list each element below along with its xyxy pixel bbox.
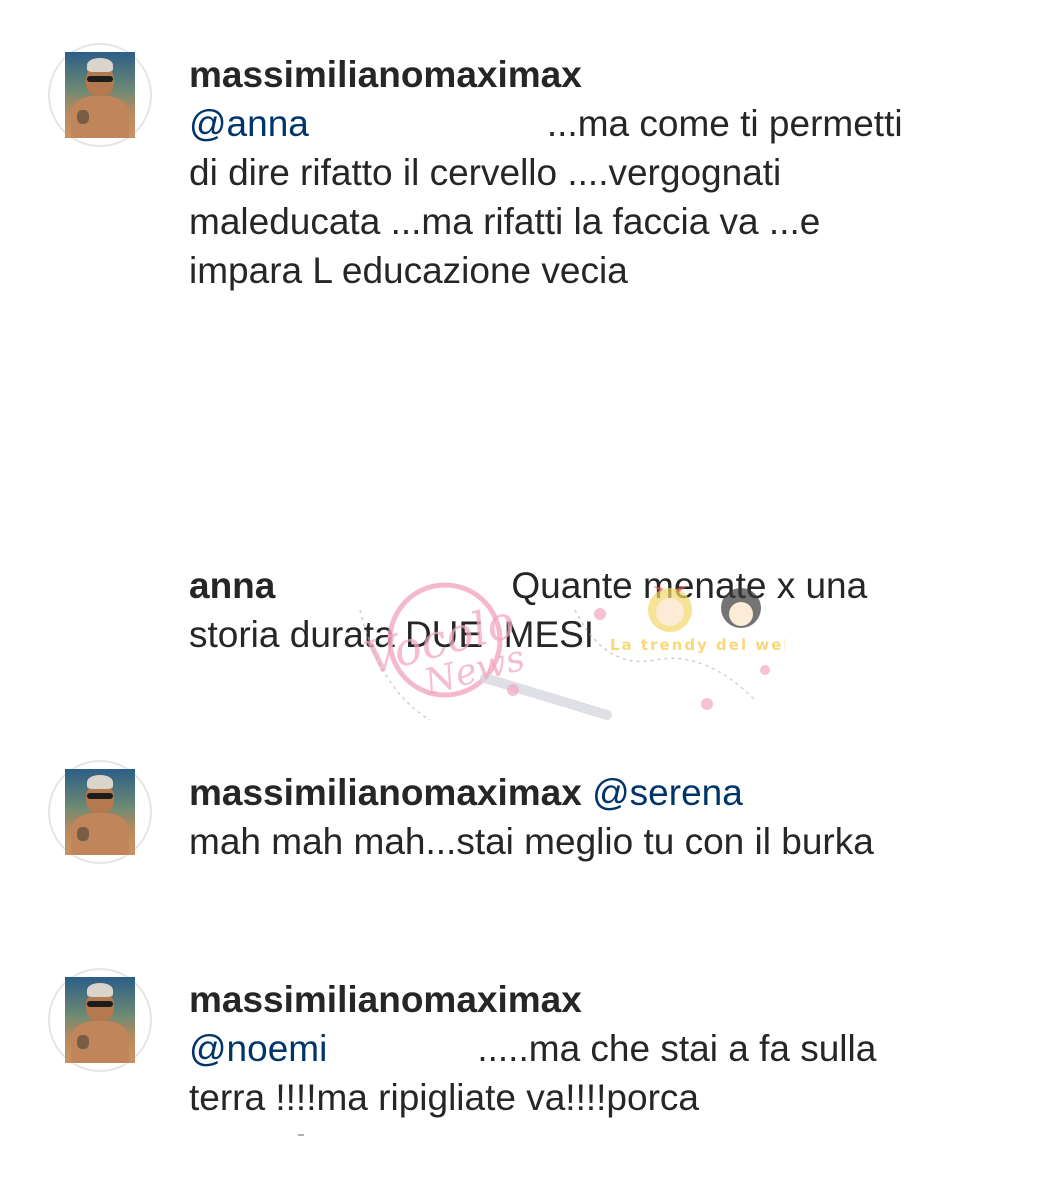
comment-text-continued: storia durata DUE MESI — [189, 614, 595, 655]
divider-mark — [298, 1134, 304, 1136]
comment-text-continued: terra !!!!ma ripigliate va!!!!porca — [189, 1077, 699, 1118]
comment-text: mah mah mah...stai meglio tu con il burk… — [189, 821, 874, 862]
username-link[interactable]: massimilianomaximax — [189, 772, 582, 813]
avatar[interactable] — [48, 760, 152, 864]
comment-text-continued: di dire rifatto il cervello ....vergogna… — [189, 152, 821, 291]
username-link[interactable]: massimilianomaximax — [189, 54, 582, 95]
comment-body: massimilianomaximax @noemi .....ma che st… — [189, 975, 989, 1122]
profile-photo — [65, 977, 135, 1063]
mention-link[interactable]: @serena — [592, 772, 743, 813]
avatar[interactable] — [48, 43, 152, 147]
comment-text: .....ma che stai a fa sulla — [477, 1028, 877, 1069]
profile-photo — [65, 52, 135, 138]
comment-body: massimilianomaximax @serena mah mah mah.… — [189, 768, 989, 866]
comment-text: Quante menate x una — [511, 565, 868, 606]
comment-text: ...ma come ti permetti — [546, 103, 903, 144]
comment-body: anna Quante menate x una storia durata DU… — [189, 561, 989, 659]
profile-photo — [65, 769, 135, 855]
avatar[interactable] — [48, 968, 152, 1072]
comment-body: massimilianomaximax @anna ...ma come ti p… — [189, 50, 989, 295]
mention-link[interactable]: @anna — [189, 103, 309, 144]
mention-link[interactable]: @noemi — [189, 1028, 327, 1069]
username-link[interactable]: massimilianomaximax — [189, 979, 582, 1020]
username-link[interactable]: anna — [189, 565, 275, 606]
